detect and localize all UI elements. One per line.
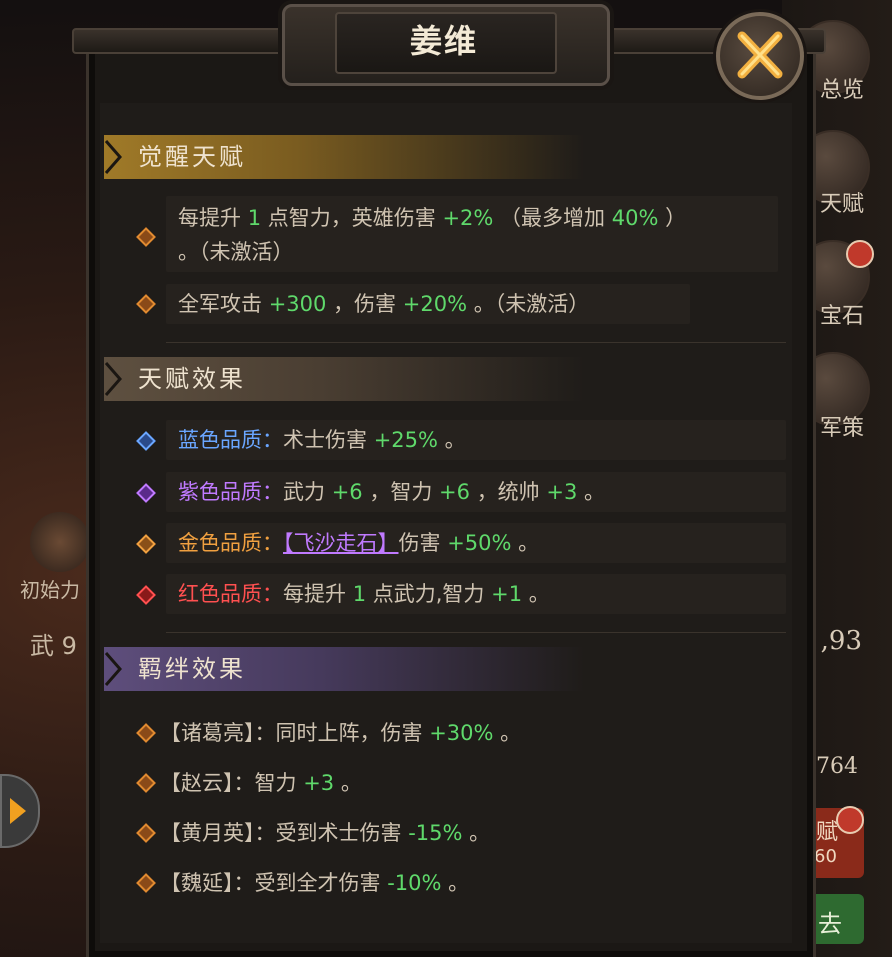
text: 术士伤害 bbox=[283, 428, 367, 452]
text: ，统帅 bbox=[476, 480, 540, 504]
text: ，伤害 bbox=[333, 292, 397, 316]
initial-power-label: 初始力 bbox=[20, 578, 80, 602]
quality-label: 红色品质： bbox=[178, 582, 283, 606]
text: 。 bbox=[500, 721, 522, 745]
value: +300 bbox=[268, 292, 327, 316]
strategy-label: 军策 bbox=[819, 416, 864, 441]
value: +30% bbox=[429, 721, 494, 745]
value: +3 bbox=[303, 771, 335, 795]
bond-item: 【诸葛亮】：同时上阵，伤害 +30% 。 bbox=[160, 715, 521, 751]
text: 。 bbox=[340, 771, 362, 795]
quality-label: 蓝色品质： bbox=[178, 428, 283, 452]
text: 。 bbox=[444, 428, 466, 452]
text: ，智力 bbox=[369, 480, 433, 504]
talent-gold: 金色品质：【飞沙走石】伤害 +50% 。 bbox=[178, 525, 539, 561]
upgrade-label: 赋 bbox=[816, 820, 839, 845]
section-title: 觉醒天赋 bbox=[138, 143, 246, 171]
awaken-talent-header: 觉醒天赋 bbox=[104, 135, 584, 179]
overview-label: 总览 bbox=[819, 78, 864, 103]
text: 每提升 bbox=[178, 206, 241, 230]
bond-item: 【黄月英】：受到术士伤害 -15% 。 bbox=[160, 815, 490, 851]
text: ： bbox=[254, 721, 276, 745]
text: 。 bbox=[528, 582, 550, 606]
quality-label: 紫色品质： bbox=[178, 480, 283, 504]
text: 。 bbox=[469, 821, 491, 845]
chevron-right-icon bbox=[104, 140, 122, 174]
talent-effect-header: 天赋效果 bbox=[104, 357, 584, 401]
hero-name: 【黄月英】 bbox=[160, 821, 255, 845]
hero-name: 【诸葛亮】 bbox=[160, 721, 255, 745]
skill-link[interactable]: 【飞沙走石】 bbox=[283, 531, 399, 555]
bond-item: 【赵云】：智力 +3 。 bbox=[160, 765, 362, 801]
value: 40% bbox=[611, 206, 659, 230]
section-title: 天赋效果 bbox=[138, 365, 246, 393]
bond-effect-header: 羁绊效果 bbox=[104, 647, 584, 691]
awaken-item-1-line-2: 。（未激活） bbox=[178, 240, 294, 264]
value: 1 bbox=[352, 582, 367, 606]
stat-value-right: ,93 bbox=[820, 626, 862, 656]
text: 。 bbox=[584, 480, 606, 504]
value: +50% bbox=[447, 531, 512, 555]
section-title: 羁绊效果 bbox=[138, 655, 246, 683]
text: （最多增加 bbox=[500, 206, 606, 230]
gem-label: 宝石 bbox=[819, 304, 864, 329]
divider bbox=[166, 632, 786, 633]
quality-label: 金色品质： bbox=[178, 531, 283, 555]
awaken-item-1-line-1: 每提升 1 点智力，英雄伤害 +2% （最多增加 40% ） bbox=[178, 200, 686, 236]
value: 1 bbox=[247, 206, 262, 230]
value: +1 bbox=[491, 582, 523, 606]
text: ： bbox=[233, 871, 255, 895]
text: 。（未激活） bbox=[473, 292, 590, 316]
hero-name: 【魏延】 bbox=[160, 871, 234, 895]
text: 全军攻击 bbox=[178, 292, 262, 316]
text: 伤害 bbox=[398, 531, 441, 555]
value: +6 bbox=[331, 480, 363, 504]
value: +2% bbox=[442, 206, 494, 230]
play-arrow-icon bbox=[10, 798, 26, 824]
text: 每提升 bbox=[283, 582, 346, 606]
close-button[interactable] bbox=[716, 12, 804, 100]
stat-value-left: 武 9 bbox=[30, 632, 77, 660]
bond-item: 【魏延】：受到全才伤害 -10% 。 bbox=[160, 865, 469, 901]
value: -10% bbox=[387, 871, 442, 895]
divider bbox=[166, 342, 786, 343]
text: 受到全才伤害 bbox=[254, 871, 381, 895]
talent-red: 红色品质：每提升 1 点武力,智力 +1 。 bbox=[178, 576, 550, 612]
stat-number-right: 764 bbox=[816, 754, 858, 779]
text: ） bbox=[665, 206, 687, 230]
text: 武力 bbox=[283, 480, 325, 504]
text: 。 bbox=[448, 871, 470, 895]
upgrade-cost: 60 bbox=[814, 846, 837, 867]
text: 点武力,智力 bbox=[372, 582, 485, 606]
initial-power-icon[interactable] bbox=[30, 512, 90, 572]
value: +20% bbox=[402, 292, 468, 316]
text: ： bbox=[233, 771, 255, 795]
value: +3 bbox=[546, 480, 578, 504]
hero-name: 【赵云】 bbox=[160, 771, 234, 795]
talent-blue: 蓝色品质：术士伤害 +25% 。 bbox=[178, 422, 466, 458]
text: 智力 bbox=[254, 771, 297, 795]
close-x-icon bbox=[737, 31, 783, 79]
value: +25% bbox=[373, 428, 438, 452]
dialog-title: 姜维 bbox=[409, 22, 478, 60]
chevron-right-icon bbox=[104, 362, 122, 396]
text: 点智力，英雄伤害 bbox=[267, 206, 436, 230]
go-label: 去 bbox=[818, 910, 842, 938]
talent-purple: 紫色品质：武力 +6 ，智力 +6 ，统帅 +3 。 bbox=[178, 474, 605, 510]
chevron-right-icon bbox=[104, 652, 122, 686]
talent-tab-label: 天赋 bbox=[819, 192, 864, 217]
value: +6 bbox=[439, 480, 470, 504]
notification-dot-2 bbox=[836, 806, 864, 834]
value: -15% bbox=[408, 821, 463, 845]
text: ： bbox=[254, 821, 276, 845]
awaken-item-2: 全军攻击 +300 ，伤害 +20% 。（未激活） bbox=[178, 286, 589, 322]
notification-dot bbox=[846, 240, 874, 268]
text: 同时上阵，伤害 bbox=[275, 721, 423, 745]
text: 。 bbox=[518, 531, 540, 555]
text: 受到术士伤害 bbox=[275, 821, 402, 845]
